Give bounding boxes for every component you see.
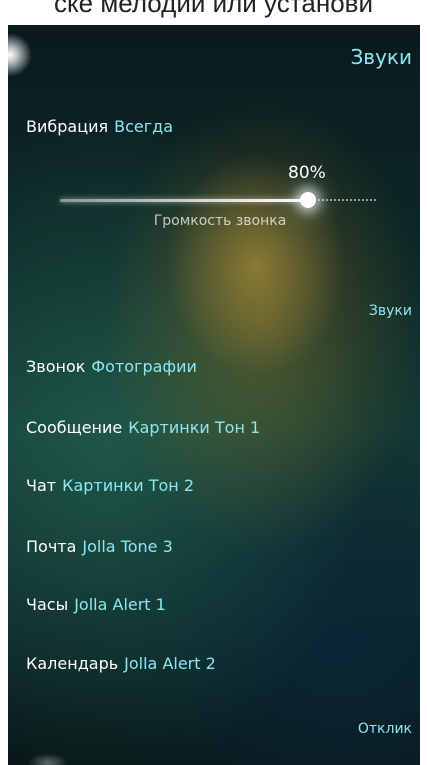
slider-handle[interactable] <box>300 192 316 208</box>
sound-item-value: Jolla Alert 1 <box>74 595 166 614</box>
sound-item-label: Чат <box>26 476 57 495</box>
top-caption-text: ске мелодии или установи <box>54 0 373 18</box>
sound-item-mail[interactable]: Почта Jolla Tone 3 <box>26 537 173 556</box>
slider-track-filled <box>60 199 308 202</box>
sound-item-value: Картинки Тон 1 <box>128 418 261 437</box>
sound-item-value: Картинки Тон 2 <box>62 476 195 495</box>
sound-item-label: Часы <box>26 595 69 614</box>
sound-item-chat[interactable]: Чат Картинки Тон 2 <box>26 476 194 495</box>
sound-item-ringtone[interactable]: Звонок Фотографии <box>26 357 197 376</box>
ringtone-volume-slider[interactable]: 80% Громкость звонка <box>60 163 380 265</box>
sound-item-label: Календарь <box>26 654 119 673</box>
pulley-indicator-icon <box>8 33 32 77</box>
feedback-section-header: Отклик <box>357 721 412 737</box>
sound-item-calendar[interactable]: Календарь Jolla Alert 2 <box>26 654 216 673</box>
bottom-glow <box>28 753 68 765</box>
sound-item-value: Фотографии <box>91 357 197 376</box>
sounds-section-header: Звуки <box>368 303 412 319</box>
sound-item-value: Jolla Tone 3 <box>82 537 173 556</box>
phone-screen: Звуки Вибрация Всегда 80% Громкость звонк… <box>8 25 420 765</box>
slider-track-empty <box>310 199 376 201</box>
vibration-setting[interactable]: Вибрация Всегда <box>26 117 173 136</box>
sound-item-label: Звонок <box>26 357 86 376</box>
sound-item-label: Почта <box>26 537 77 556</box>
vibration-label: Вибрация <box>26 117 109 136</box>
volume-caption: Громкость звонка <box>153 213 287 229</box>
sound-item-message[interactable]: Сообщение Картинки Тон 1 <box>26 418 260 437</box>
sound-item-value: Jolla Alert 2 <box>124 654 216 673</box>
vibration-value: Всегда <box>114 117 174 136</box>
sound-item-clock[interactable]: Часы Jolla Alert 1 <box>26 595 166 614</box>
page-title: Звуки <box>350 45 412 69</box>
volume-percent: 80% <box>288 163 326 183</box>
sound-item-label: Сообщение <box>26 418 123 437</box>
